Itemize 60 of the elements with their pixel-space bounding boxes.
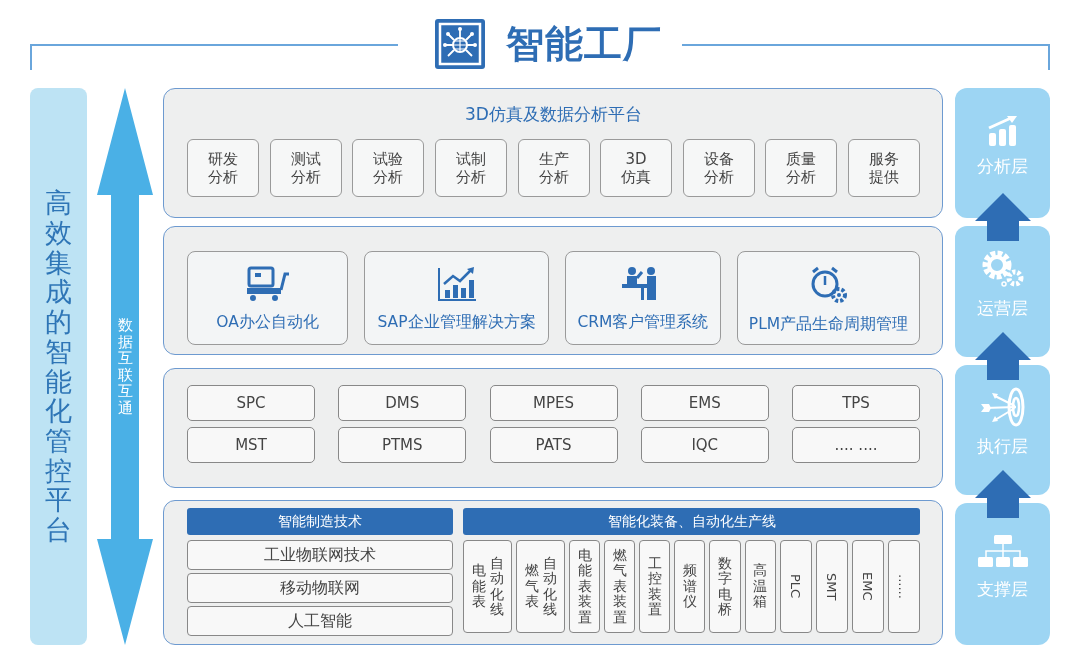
bar-chart-icon xyxy=(986,114,1019,147)
equipment-label: 频谱仪 xyxy=(682,563,697,610)
section-header: 智能制造技术 xyxy=(187,508,453,535)
platform-title: 高效集成的智能化管控平台 xyxy=(45,188,72,545)
equipment-label: 燃气表 xyxy=(524,563,539,610)
equipment-label: SMT xyxy=(824,572,840,601)
org-chart-icon xyxy=(976,533,1029,570)
module-item: .... .... xyxy=(792,427,920,463)
equipment-label: 电能表装置 xyxy=(577,548,592,625)
module-item: SPC xyxy=(187,385,315,421)
equipment-label: 工控装置 xyxy=(647,555,662,618)
analysis-item: 试制 分析 xyxy=(434,139,507,197)
equipment-label: ...... xyxy=(896,574,912,599)
system-label: SAP企业管理解决方案 xyxy=(377,312,536,333)
layer-label: 支撑层 xyxy=(977,577,1028,601)
analysis-item: 设备 分析 xyxy=(682,139,755,197)
module-item: IQC xyxy=(640,427,769,463)
up-arrow-icon xyxy=(975,193,1031,242)
up-arrow-icon xyxy=(975,470,1031,519)
module-item: PTMS xyxy=(338,427,467,463)
equipment-label: 高温箱 xyxy=(753,563,768,610)
equipment-label: 自动化线 xyxy=(542,555,557,618)
module-item: EMS xyxy=(640,385,769,421)
equipment-label: EMC xyxy=(860,572,876,601)
module-item: MST xyxy=(187,427,315,463)
analysis-item: 生产 分析 xyxy=(517,139,590,197)
analysis-item: 测试 分析 xyxy=(269,139,342,197)
analysis-item: 试验 分析 xyxy=(352,139,425,197)
equipment-label: 电能表 xyxy=(471,563,486,610)
system-label: CRM客户管理系统 xyxy=(577,312,709,333)
analysis-item: 3D 仿真 xyxy=(600,139,673,197)
bar-chart-icon xyxy=(436,266,477,302)
module-item: PATS xyxy=(489,427,618,463)
page-title: 智能工厂 xyxy=(506,21,662,68)
equipment-label: PLC xyxy=(788,574,804,599)
module-item: TPS xyxy=(792,385,920,421)
module-item: DMS xyxy=(338,385,467,421)
technology-item: 人工智能 xyxy=(187,606,453,636)
section-header: 智能化装备、自动化生产线 xyxy=(463,508,920,535)
module-item: MPES xyxy=(489,385,618,421)
system-label: OA办公自动化 xyxy=(216,312,319,333)
layer-label: 执行层 xyxy=(977,435,1028,459)
technology-item: 工业物联网技术 xyxy=(187,540,453,570)
cart-icon xyxy=(245,266,290,302)
layer-label: 分析层 xyxy=(977,154,1028,178)
analysis-item: 质量 分析 xyxy=(765,139,838,197)
analysis-item: 研发 分析 xyxy=(187,139,259,197)
arrow-label: 数据互联互通 xyxy=(117,317,133,416)
double-arrow-icon xyxy=(97,88,153,645)
equipment-label: 数字电桥 xyxy=(718,555,732,618)
layer-label: 运营层 xyxy=(977,297,1028,320)
analysis-item: 服务 提供 xyxy=(848,139,920,197)
target-arrows-icon xyxy=(980,387,1025,428)
panel-title: 3D仿真及数据分析平台 xyxy=(464,103,643,125)
system-label: PLM产品生命周期管理 xyxy=(748,314,909,335)
equipment-label: 自动化线 xyxy=(489,555,504,618)
technology-item: 移动物联网 xyxy=(187,573,453,603)
globe-network-icon xyxy=(434,18,486,70)
equipment-label: 燃气表装置 xyxy=(612,548,627,625)
up-arrow-icon xyxy=(975,331,1031,380)
